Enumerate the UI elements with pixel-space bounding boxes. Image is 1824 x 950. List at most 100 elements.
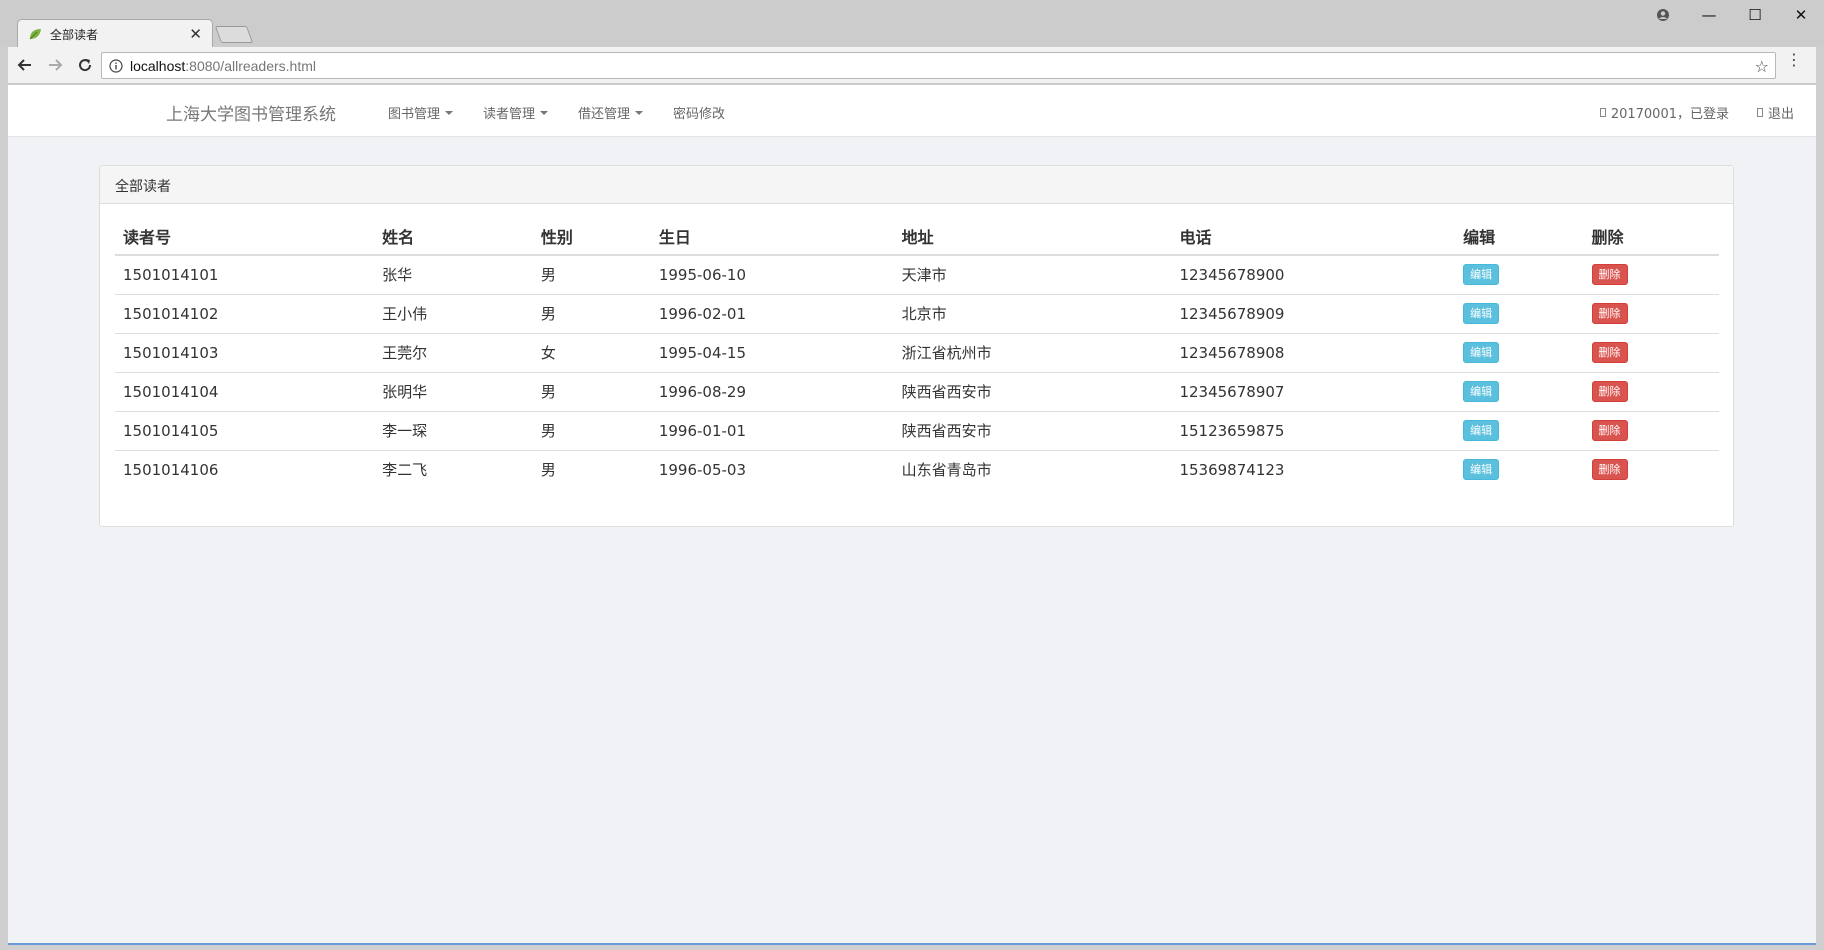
cell-delete: 删除 (1584, 255, 1719, 294)
cell-birthday: 1996-01-01 (650, 410, 894, 450)
cell-birthday: 1996-02-01 (650, 293, 894, 333)
browser-menu-icon[interactable]: ⋮ (1786, 52, 1802, 68)
cell-sex: 男 (532, 410, 651, 450)
table-row: 1501014102 王小伟男 1996-02-01 北京市 12345678909 编辑… (115, 293, 1719, 333)
cell-birthday: 1995-04-15 (650, 332, 894, 372)
edit-button[interactable]: 编辑 (1463, 264, 1500, 286)
delete-button[interactable]: 删除 (1591, 303, 1628, 324)
cell-phone: 12345678908 (1171, 332, 1456, 372)
forward-arrow-icon[interactable] (42, 52, 68, 78)
cell-phone: 15123659875 (1171, 410, 1456, 450)
cell-id: 1501014101 (123, 265, 219, 284)
cell-edit: 编辑 (1455, 255, 1583, 294)
page-viewport: 上海大学图书管理系统 图书管理 读者管理 借还管理 密码修改 20170001，… (8, 85, 1816, 943)
account-icon[interactable] (1640, 0, 1686, 30)
column-header: 地址 (893, 218, 1172, 256)
cell-edit: 编辑 (1455, 293, 1584, 333)
edit-button[interactable]: 编辑 (1463, 459, 1500, 481)
minimize-icon[interactable]: — (1686, 0, 1732, 30)
cell-name: 张明华 (374, 371, 533, 411)
cell-delete: 删除 (1583, 371, 1719, 411)
cell-name: 王莞尔 (374, 332, 533, 372)
edit-button[interactable]: 编辑 (1463, 381, 1500, 402)
bookmark-star-icon[interactable]: ☆ (1755, 57, 1769, 76)
column-header: 性别 (532, 218, 651, 256)
cell-name: 李二飞 (374, 449, 533, 489)
new-tab-button[interactable] (214, 26, 254, 43)
menu-borrow-return[interactable]: 借还管理 (578, 103, 644, 122)
cell-name: 李一琛 (374, 410, 533, 450)
cell-phone: 12345678909 (1171, 293, 1456, 333)
maximize-icon[interactable]: ☐ (1732, 0, 1778, 30)
cell-phone: 15369874123 (1171, 449, 1456, 489)
menu-reader-management[interactable]: 读者管理 (483, 103, 549, 122)
edit-button[interactable]: 编辑 (1463, 420, 1500, 441)
table-row: 1501014103 王莞尔女 1995-04-15 浙江省杭州市 1234567890… (115, 332, 1719, 372)
panel-title: 全部读者 (100, 166, 1733, 204)
menu-label: 图书管理 (388, 107, 441, 122)
column-header: 电话 (1171, 218, 1456, 256)
cell-address: 天津市 (901, 266, 947, 285)
close-window-icon[interactable]: ✕ (1778, 0, 1824, 30)
cell-sex: 男 (532, 371, 651, 411)
cell-edit: 编辑 (1455, 332, 1584, 372)
table-body: 1501014101 张华男 1995-06-10 天津市 12345678900 编辑删… (115, 255, 1719, 489)
info-icon[interactable] (108, 58, 124, 74)
url-path: :8080/allreaders.html (185, 57, 317, 74)
cell-id: 1501014105 (115, 410, 375, 450)
cell-birthday: 1996-05-03 (650, 449, 894, 489)
column-header: 姓名 (374, 218, 533, 256)
url-host: localhost (130, 57, 186, 74)
cell-delete: 删除 (1583, 293, 1719, 333)
cell-id: 1501014103 (115, 332, 375, 372)
reload-icon[interactable] (72, 52, 98, 78)
cell-address: 陕西省西安市 (893, 410, 1172, 450)
menu-change-password[interactable]: 密码修改 (673, 103, 725, 122)
title-bar: 全部读者 ✕ — ☐ ✕ (0, 0, 1824, 48)
logout-link[interactable]: 退出 (1756, 103, 1794, 122)
user-icon (1599, 108, 1606, 117)
cell-birthday: 1995-06-10 (658, 265, 747, 284)
readers-panel: 全部读者 读者号 姓名 性别 生日 地址 电话 编辑 删除 1501014101 张华男 1995… (99, 165, 1734, 527)
back-arrow-icon[interactable] (12, 52, 38, 78)
logout-icon (1756, 108, 1763, 117)
leaf-favicon-icon (28, 27, 42, 41)
delete-button[interactable]: 删除 (1591, 381, 1628, 402)
cell-address: 浙江省杭州市 (893, 332, 1172, 372)
cell-address: 陕西省西安市 (893, 371, 1172, 411)
table-row: 1501014101 张华 男 1995-06-10 天津市 12345678900 编辑 删… (115, 255, 1719, 294)
user-status[interactable]: 20170001，已登录 (1599, 103, 1729, 122)
menu-book-management[interactable]: 图书管理 (388, 103, 454, 122)
navbar-right: 20170001，已登录 退出 (1572, 103, 1794, 122)
table-row: 1501014104 张明华男 1996-08-29 陕西省西安市 1234567890… (115, 371, 1719, 411)
tab-close-icon[interactable]: ✕ (189, 25, 202, 43)
cell-address: 北京市 (893, 293, 1172, 333)
site-brand[interactable]: 上海大学图书管理系统 (166, 100, 336, 125)
cell-id: 1501014104 (115, 371, 375, 411)
main-menu: 图书管理 读者管理 借还管理 密码修改 (388, 103, 755, 122)
table-row: 1501014106 李二飞男 1996-05-03 山东省青岛市 1536987412… (115, 449, 1719, 489)
delete-button[interactable]: 删除 (1591, 264, 1628, 286)
delete-button[interactable]: 删除 (1591, 420, 1628, 441)
menu-label: 借还管理 (578, 107, 631, 122)
delete-button[interactable]: 删除 (1591, 459, 1628, 481)
cell-sex: 男 (532, 293, 651, 333)
user-status-text: 20170001，已登录 (1610, 107, 1729, 122)
cell-id: 1501014106 (115, 449, 375, 489)
site-navbar: 上海大学图书管理系统 图书管理 读者管理 借还管理 密码修改 20170001，… (8, 85, 1816, 137)
cell-sex: 男 (540, 266, 556, 285)
delete-button[interactable]: 删除 (1591, 342, 1628, 363)
caret-down-icon (445, 110, 454, 115)
edit-button[interactable]: 编辑 (1463, 303, 1500, 324)
cell-sex: 男 (532, 449, 651, 489)
logout-text: 退出 (1767, 107, 1794, 122)
edit-button[interactable]: 编辑 (1463, 342, 1500, 363)
window-controls: — ☐ ✕ (1640, 0, 1824, 30)
browser-tab[interactable]: 全部读者 ✕ (17, 19, 213, 48)
address-bar[interactable]: localhost:8080/allreaders.html ☆ (101, 52, 1776, 79)
cell-id: 1501014102 (115, 293, 375, 333)
cell-edit: 编辑 (1455, 410, 1584, 450)
caret-down-icon (635, 110, 644, 115)
column-header: 编辑 (1455, 218, 1584, 256)
cell-edit: 编辑 (1455, 371, 1584, 411)
